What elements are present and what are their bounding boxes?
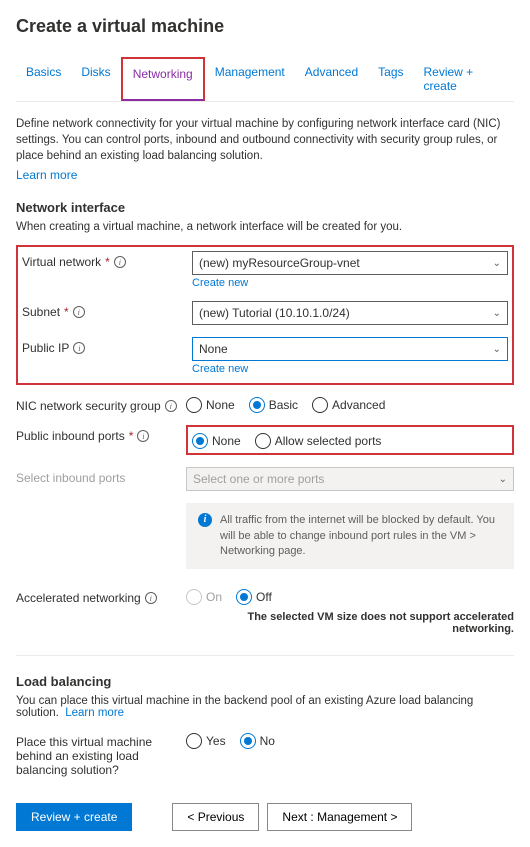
vnet-create-new[interactable]: Create new [192, 277, 508, 289]
lbq-radio-no[interactable]: No [240, 733, 275, 749]
chevron-down-icon: ⌄ [499, 474, 507, 485]
chevron-down-icon: ⌄ [493, 308, 501, 319]
page-title: Create a virtual machine [16, 16, 514, 37]
tab-tags[interactable]: Tags [368, 57, 413, 101]
tab-basics[interactable]: Basics [16, 57, 71, 101]
pip-value: None [199, 342, 228, 356]
section-load-balancing: Load balancing [16, 674, 514, 689]
info-icon[interactable]: i [165, 400, 177, 412]
tab-review[interactable]: Review + create [414, 57, 515, 101]
selports-select: Select one or more ports ⌄ [186, 467, 514, 491]
highlighted-inbound-group: None Allow selected ports [186, 425, 514, 455]
nsg-radio-group: None Basic Advanced [186, 395, 514, 413]
section-network-interface: Network interface [16, 200, 514, 215]
info-icon[interactable]: i [145, 592, 157, 604]
nsg-radio-none[interactable]: None [186, 397, 235, 413]
section-ni-sub: When creating a virtual machine, a netwo… [16, 221, 514, 233]
nsg-label: NIC network security group [16, 399, 161, 413]
tab-networking[interactable]: Networking [121, 57, 205, 101]
vnet-select[interactable]: (new) myResourceGroup-vnet ⌄ [192, 251, 508, 275]
tabs: Basics Disks Networking Management Advan… [16, 57, 514, 102]
info-icon[interactable]: i [73, 342, 85, 354]
subnet-value: (new) Tutorial (10.10.1.0/24) [199, 306, 350, 320]
accel-radio-off[interactable]: Off [236, 589, 272, 605]
subnet-label: Subnet [22, 305, 60, 319]
lbq-radio-yes[interactable]: Yes [186, 733, 226, 749]
inbound-info-box: i All traffic from the internet will be … [186, 503, 514, 569]
inbound-label: Public inbound ports [16, 429, 125, 443]
chevron-down-icon: ⌄ [493, 344, 501, 355]
info-icon[interactable]: i [114, 256, 126, 268]
divider [16, 655, 514, 656]
tab-advanced[interactable]: Advanced [295, 57, 368, 101]
tab-disks[interactable]: Disks [71, 57, 120, 101]
highlighted-network-group: Virtual network * i (new) myResourceGrou… [16, 245, 514, 385]
accel-label: Accelerated networking [16, 591, 141, 605]
previous-button[interactable]: < Previous [172, 803, 259, 831]
nsg-radio-advanced[interactable]: Advanced [312, 397, 385, 413]
required-mark: * [129, 429, 134, 443]
selports-label: Select inbound ports [16, 471, 125, 485]
learn-more-link[interactable]: Learn more [16, 168, 77, 182]
review-create-button[interactable]: Review + create [16, 803, 132, 831]
subnet-select[interactable]: (new) Tutorial (10.10.1.0/24) ⌄ [192, 301, 508, 325]
chevron-down-icon: ⌄ [493, 258, 501, 269]
inbound-radio-none[interactable]: None [192, 433, 241, 449]
vnet-label: Virtual network [22, 255, 101, 269]
pip-label: Public IP [22, 341, 69, 355]
required-mark: * [64, 305, 69, 319]
pip-create-new[interactable]: Create new [192, 363, 508, 375]
pip-select[interactable]: None ⌄ [192, 337, 508, 361]
section-lb-sub: You can place this virtual machine in th… [16, 695, 514, 719]
lbq-label: Place this virtual machine behind an exi… [16, 735, 186, 777]
required-mark: * [105, 255, 110, 269]
inbound-info-text: All traffic from the internet will be bl… [220, 513, 502, 559]
tab-management[interactable]: Management [205, 57, 295, 101]
lb-learn-more[interactable]: Learn more [65, 707, 124, 719]
info-icon[interactable]: i [73, 306, 85, 318]
accel-radio-on: On [186, 589, 222, 605]
vnet-value: (new) myResourceGroup-vnet [199, 256, 360, 270]
inbound-radio-allow[interactable]: Allow selected ports [255, 433, 382, 449]
info-icon: i [198, 513, 212, 527]
selports-placeholder: Select one or more ports [193, 472, 324, 486]
accel-warning: The selected VM size does not support ac… [186, 611, 514, 635]
info-icon[interactable]: i [137, 430, 149, 442]
footer: Review + create < Previous Next : Manage… [16, 803, 514, 831]
intro-text: Define network connectivity for your vir… [16, 116, 514, 164]
nsg-radio-basic[interactable]: Basic [249, 397, 298, 413]
next-button[interactable]: Next : Management > [267, 803, 412, 831]
